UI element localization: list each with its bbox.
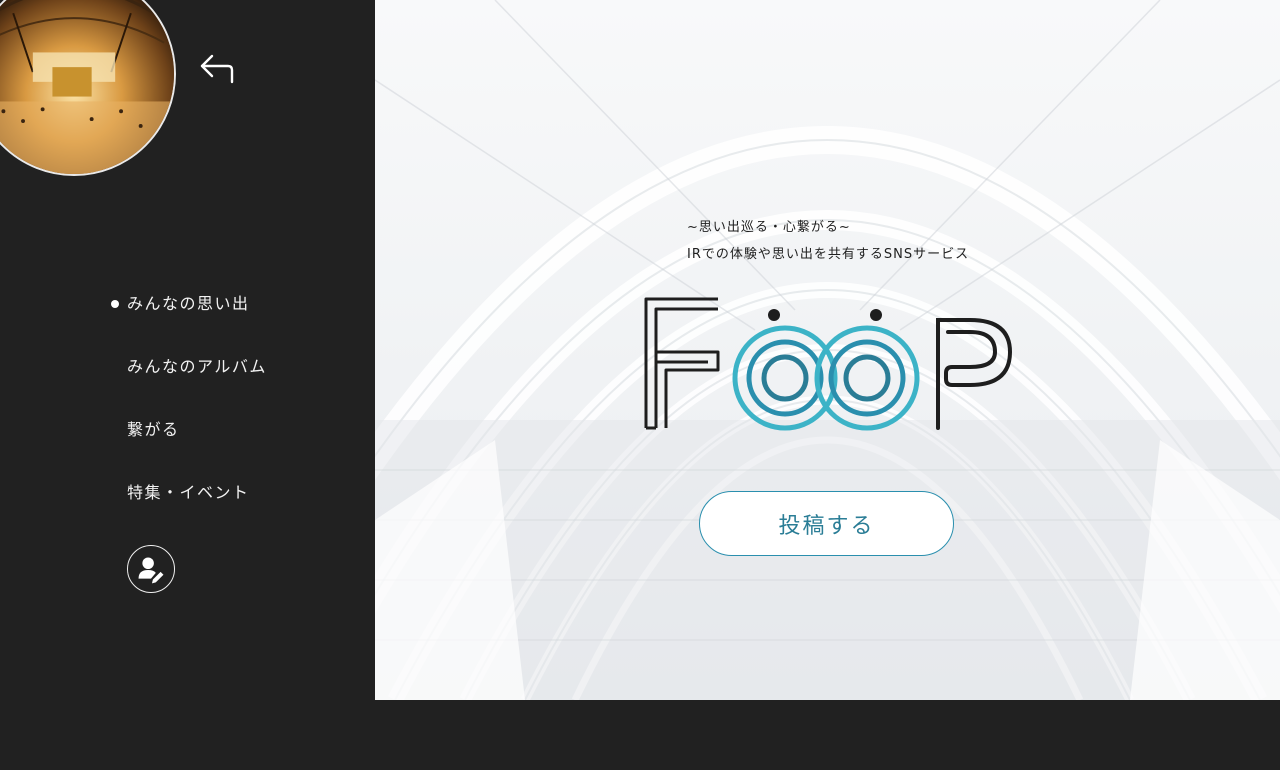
active-dot-icon <box>111 300 119 308</box>
tagline-line-1: ~思い出巡る・心繋がる~ <box>687 220 851 235</box>
nav-item-connect[interactable]: 繋がる <box>110 416 267 444</box>
nav-item-albums[interactable]: みんなのアルバム <box>110 353 267 381</box>
nav-item-label: みんなの思い出 <box>127 294 250 313</box>
nav-item-features-events[interactable]: 特集・イベント <box>110 479 267 507</box>
tagline-line-2: IRでの体験や思い出を共有するSNSサービス <box>687 247 970 262</box>
nav-item-label: 特集・イベント <box>127 483 250 502</box>
bottom-bar <box>0 700 1280 770</box>
back-arrow-icon[interactable] <box>198 50 238 86</box>
main-nav: みんなの思い出 みんなのアルバム 繋がる 特集・イベント <box>110 290 267 542</box>
post-button-label: 投稿する <box>778 513 875 539</box>
nav-item-label: みんなのアルバム <box>127 357 267 376</box>
foop-logo <box>640 295 1015 435</box>
tagline: ~思い出巡る・心繋がる~ IRでの体験や思い出を共有するSNSサービス <box>687 214 969 268</box>
sidebar: みんなの思い出 みんなのアルバム 繋がる 特集・イベント <box>0 0 375 700</box>
nav-item-memories[interactable]: みんなの思い出 <box>110 290 267 318</box>
nav-item-label: 繋がる <box>127 420 180 439</box>
user-edit-icon <box>138 557 164 584</box>
user-edit-button[interactable] <box>127 545 175 593</box>
post-button[interactable]: 投稿する <box>699 491 954 556</box>
avatar-photo[interactable] <box>0 0 176 176</box>
hero-section: ~思い出巡る・心繋がる~ IRでの体験や思い出を共有するSNSサービス 投稿する <box>375 0 1280 700</box>
